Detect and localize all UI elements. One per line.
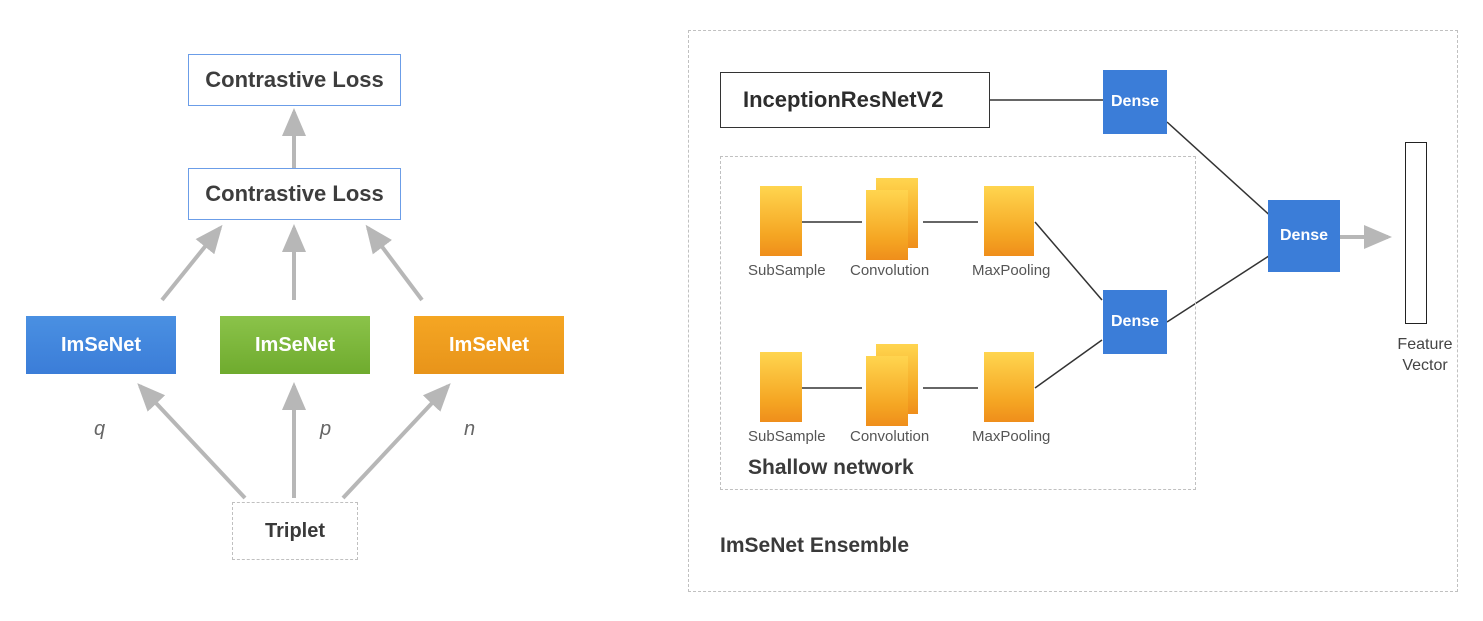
imsenet-q: ImSeNet	[26, 316, 176, 374]
ensemble-title: ImSeNet Ensemble	[720, 534, 909, 558]
lbl-maxpool-1: MaxPooling	[972, 262, 1050, 279]
maxpool-2	[984, 352, 1034, 422]
subsample-2	[760, 352, 802, 422]
maxpool-1	[984, 186, 1034, 256]
dense-out: Dense	[1268, 200, 1340, 272]
lbl-conv-1: Convolution	[850, 262, 929, 279]
lbl-maxpool-2: MaxPooling	[972, 428, 1050, 445]
label-p: p	[320, 418, 331, 441]
subsample-1	[760, 186, 802, 256]
shallow-title: Shallow network	[748, 456, 914, 480]
imsenet-p: ImSeNet	[220, 316, 370, 374]
contrastive-loss-top: Contrastive Loss	[188, 54, 401, 106]
dense-top: Dense	[1103, 70, 1167, 134]
triplet-box: Triplet	[232, 502, 358, 560]
conv-2-front	[866, 356, 908, 426]
conv-1-front	[866, 190, 908, 260]
contrastive-loss-mid: Contrastive Loss	[188, 168, 401, 220]
lbl-subsample-2: SubSample	[748, 428, 826, 445]
inception-block: InceptionResNetV2	[720, 72, 990, 128]
label-q: q	[94, 418, 105, 441]
imsenet-n: ImSeNet	[414, 316, 564, 374]
feature-vector-icon	[1405, 142, 1427, 324]
label-n: n	[464, 418, 475, 441]
lbl-conv-2: Convolution	[850, 428, 929, 445]
lbl-subsample-1: SubSample	[748, 262, 826, 279]
feature-vector-label: Feature Vector	[1390, 335, 1460, 377]
